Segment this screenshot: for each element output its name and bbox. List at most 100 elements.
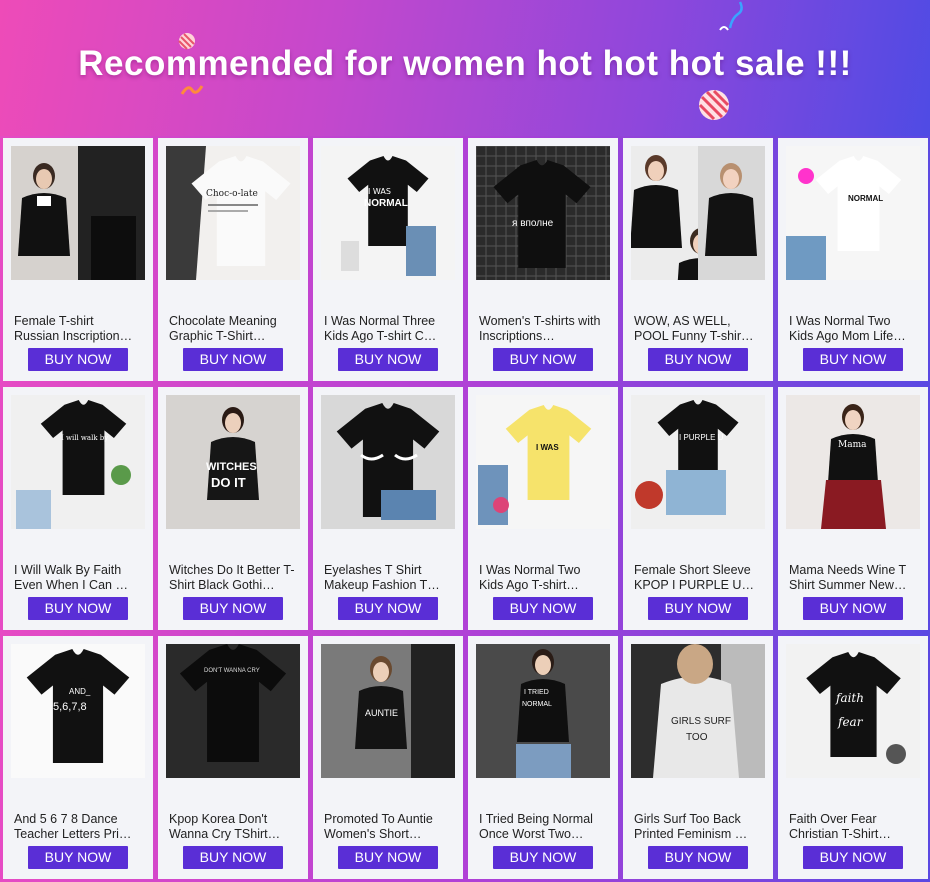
svg-text:DO IT: DO IT <box>211 475 246 490</box>
product-title[interactable]: WOW, AS WELL, POOL Funny T-shir… <box>634 314 762 346</box>
buy-now-button[interactable]: BUY NOW <box>183 597 283 620</box>
product-title[interactable]: Kpop Korea Don't Wanna Cry TShirt… <box>169 812 297 844</box>
product-card[interactable]: faith fear Faith Over Fear Christian T-Shi… <box>778 636 928 879</box>
ribbon-icon <box>180 85 204 95</box>
product-title[interactable]: Promoted To Auntie Women's Short… <box>324 812 452 844</box>
svg-text:I will walk by: I will walk by <box>61 434 108 442</box>
product-image[interactable]: I WAS NORMAL <box>321 146 455 280</box>
product-title[interactable]: Female T-shirt Russian Inscription… <box>14 314 142 346</box>
buy-now-button[interactable]: BUY NOW <box>183 348 283 371</box>
product-image[interactable]: I WAS <box>476 395 610 529</box>
buy-now-button[interactable]: BUY NOW <box>648 348 748 371</box>
product-card[interactable]: I WAS I Was Normal Two Kids Ago T-shirt… B… <box>468 387 618 630</box>
product-title[interactable]: And 5 6 7 8 Dance Teacher Letters Pri… <box>14 812 142 844</box>
product-card[interactable]: WOW, AS WELL, POOL Funny T-shir… BUY NOW <box>623 138 773 381</box>
buy-now-button[interactable]: BUY NOW <box>493 846 593 869</box>
product-image[interactable] <box>631 146 765 280</box>
product-card[interactable]: я вполне Women's T-shirts with Inscriptio… <box>468 138 618 381</box>
product-card[interactable]: AND_ 5,6,7,8 And 5 6 7 8 Dance Teacher Let… <box>3 636 153 879</box>
product-card[interactable]: Eyelashes T Shirt Makeup Fashion T… BUY N… <box>313 387 463 630</box>
product-title[interactable]: Women's T-shirts with Inscriptions… <box>479 314 607 346</box>
svg-text:я вполне: я вполне <box>512 218 554 229</box>
product-image[interactable]: Mama <box>786 395 920 529</box>
svg-text:I WAS: I WAS <box>536 443 559 452</box>
product-card[interactable]: I will walk by I Will Walk By Faith Even … <box>3 387 153 630</box>
svg-text:GIRLS SURF: GIRLS SURF <box>671 716 731 727</box>
product-card[interactable]: NORMAL I Was Normal Two Kids Ago Mom Life… <box>778 138 928 381</box>
product-card[interactable]: I PURPLE U Female Short Sleeve KPOP I PUR… <box>623 387 773 630</box>
buy-now-button[interactable]: BUY NOW <box>28 348 128 371</box>
svg-text:5,6,7,8: 5,6,7,8 <box>53 701 87 713</box>
product-title[interactable]: Faith Over Fear Christian T-Shirt… <box>789 812 917 844</box>
svg-text:I WAS: I WAS <box>368 187 391 196</box>
product-image[interactable]: я вполне <box>476 146 610 280</box>
product-image[interactable] <box>321 395 455 529</box>
product-image[interactable]: WITCHES DO IT <box>166 395 300 529</box>
product-card[interactable]: I TRIED NORMAL I Tried Being Normal Once W… <box>468 636 618 879</box>
product-title[interactable]: I Tried Being Normal Once Worst Two… <box>479 812 607 844</box>
buy-now-button[interactable]: BUY NOW <box>648 846 748 869</box>
buy-now-button[interactable]: BUY NOW <box>493 597 593 620</box>
svg-text:NORMAL: NORMAL <box>522 701 552 708</box>
svg-text:TOO: TOO <box>686 732 708 743</box>
product-image[interactable]: NORMAL <box>786 146 920 280</box>
product-title[interactable]: I Was Normal Two Kids Ago T-shirt… <box>479 563 607 595</box>
product-title[interactable]: Chocolate Meaning Graphic T-Shirt… <box>169 314 297 346</box>
product-image[interactable] <box>11 146 145 280</box>
product-card[interactable]: WITCHES DO IT Witches Do It Better T-Shirt… <box>158 387 308 630</box>
svg-text:fear: fear <box>837 715 864 729</box>
product-title[interactable]: Mama Needs Wine T Shirt Summer New… <box>789 563 917 595</box>
svg-text:faith: faith <box>835 691 864 705</box>
product-image[interactable]: I will walk by <box>11 395 145 529</box>
svg-text:I PURPLE U: I PURPLE U <box>679 433 724 442</box>
product-title[interactable]: Female Short Sleeve KPOP I PURPLE U… <box>634 563 762 595</box>
svg-text:AND_: AND_ <box>69 687 91 696</box>
product-card[interactable]: Female T-shirt Russian Inscription… BUY N… <box>3 138 153 381</box>
buy-now-button[interactable]: BUY NOW <box>803 597 903 620</box>
product-image[interactable]: GIRLS SURF TOO <box>631 644 765 778</box>
product-image[interactable]: AUNTIE <box>321 644 455 778</box>
product-title[interactable]: Witches Do It Better T-Shirt Black Gothi… <box>169 563 297 595</box>
svg-text:Choc-o-late: Choc-o-late <box>206 189 258 199</box>
svg-text:NORMAL: NORMAL <box>848 194 883 203</box>
svg-text:NORMAL: NORMAL <box>364 198 408 209</box>
product-grid: Female T-shirt Russian Inscription… BUY N… <box>0 136 930 882</box>
product-title[interactable]: I Was Normal Two Kids Ago Mom Life… <box>789 314 917 346</box>
candy-icon <box>698 89 730 121</box>
ribbon-icon <box>719 1 743 31</box>
product-card[interactable]: I WAS NORMAL I Was Normal Three Kids Ago T… <box>313 138 463 381</box>
product-card[interactable]: Choc-o-late Chocolate Meaning Graphic T-S… <box>158 138 308 381</box>
svg-text:I TRIED: I TRIED <box>524 689 549 696</box>
product-image[interactable]: I PURPLE U <box>631 395 765 529</box>
svg-text:AUNTIE: AUNTIE <box>365 708 398 718</box>
product-title[interactable]: Eyelashes T Shirt Makeup Fashion T… <box>324 563 452 595</box>
buy-now-button[interactable]: BUY NOW <box>803 846 903 869</box>
candy-icon <box>178 33 195 50</box>
buy-now-button[interactable]: BUY NOW <box>183 846 283 869</box>
svg-text:WITCHES: WITCHES <box>206 461 257 473</box>
product-card[interactable]: Mama Mama Needs Wine T Shirt Summer New… B… <box>778 387 928 630</box>
buy-now-button[interactable]: BUY NOW <box>803 348 903 371</box>
product-image[interactable]: I TRIED NORMAL <box>476 644 610 778</box>
buy-now-button[interactable]: BUY NOW <box>338 348 438 371</box>
buy-now-button[interactable]: BUY NOW <box>338 846 438 869</box>
svg-text:Mama: Mama <box>838 440 867 450</box>
product-image[interactable]: faith fear <box>786 644 920 778</box>
buy-now-button[interactable]: BUY NOW <box>648 597 748 620</box>
product-image[interactable]: Choc-o-late <box>166 146 300 280</box>
product-card[interactable]: DON'T WANNA CRY Kpop Korea Don't Wanna Cr… <box>158 636 308 879</box>
page-title: Recommended for women hot hot hot sale !… <box>78 44 852 83</box>
product-title[interactable]: I Was Normal Three Kids Ago T-shirt C… <box>324 314 452 346</box>
buy-now-button[interactable]: BUY NOW <box>493 348 593 371</box>
buy-now-button[interactable]: BUY NOW <box>338 597 438 620</box>
svg-text:DON'T WANNA CRY: DON'T WANNA CRY <box>204 668 260 674</box>
buy-now-button[interactable]: BUY NOW <box>28 846 128 869</box>
product-title[interactable]: Girls Surf Too Back Printed Feminism … <box>634 812 762 844</box>
product-card[interactable]: AUNTIE Promoted To Auntie Women's Short… B… <box>313 636 463 879</box>
product-title[interactable]: I Will Walk By Faith Even When I Can … <box>14 563 142 595</box>
product-card[interactable]: GIRLS SURF TOO Girls Surf Too Back Printed… <box>623 636 773 879</box>
product-image[interactable]: AND_ 5,6,7,8 <box>11 644 145 778</box>
promo-banner: Recommended for women hot hot hot sale !… <box>0 0 930 136</box>
buy-now-button[interactable]: BUY NOW <box>28 597 128 620</box>
product-image[interactable]: DON'T WANNA CRY <box>166 644 300 778</box>
